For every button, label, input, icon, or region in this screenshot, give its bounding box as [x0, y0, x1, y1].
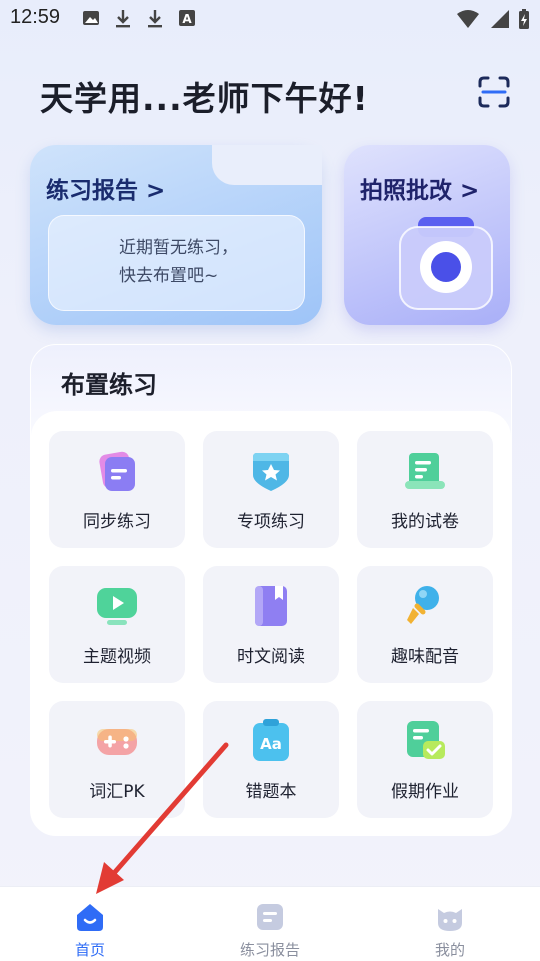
download-icon: [116, 10, 130, 28]
report-empty-box: 近期暂无练习， 快去布置吧~: [48, 215, 305, 311]
my-papers-icon: [405, 453, 445, 489]
profile-icon: [438, 909, 462, 931]
tile-label: 同步练习: [83, 512, 151, 532]
assign-grid: 同步练习 专项练习 我的试卷 主题视频 时文阅读 趣味配音 词汇PK Aa 错题…: [31, 411, 511, 835]
tile-label: 我的试卷: [391, 512, 459, 532]
tile-label: 趣味配音: [391, 647, 459, 667]
tile-mistake-book[interactable]: Aa 错题本: [203, 701, 339, 818]
nav-profile[interactable]: 我的: [360, 887, 540, 961]
nav-label: 练习报告: [239, 941, 300, 959]
tile-theme-video[interactable]: 主题视频: [49, 566, 185, 683]
photo-grading-card[interactable]: 拍照批改 >: [344, 145, 510, 325]
sync-practice-icon: [99, 451, 135, 491]
mistake-book-icon: Aa: [253, 719, 289, 761]
reading-icon: [255, 586, 287, 626]
nav-label: 我的: [434, 941, 465, 959]
practice-report-card[interactable]: 练习报告 > 近期暂无练习， 快去布置吧~: [30, 145, 322, 325]
tile-label: 错题本: [245, 782, 297, 802]
card-notch: [212, 145, 322, 185]
tile-label: 时文阅读: [237, 647, 305, 667]
tile-label: 假期作业: [391, 782, 459, 802]
vocab-pk-icon: [97, 729, 137, 755]
signal-icon: [491, 10, 509, 28]
download-icon: [148, 10, 162, 28]
image-icon: [83, 11, 99, 25]
status-time: 12:59: [10, 6, 61, 28]
battery-charging-icon: [519, 9, 529, 29]
report-empty-text: 近期暂无练习， 快去布置吧~: [119, 238, 238, 286]
tile-reading[interactable]: 时文阅读: [203, 566, 339, 683]
nav-report[interactable]: 练习报告: [180, 887, 360, 961]
report-card-title: 练习报告 >: [46, 178, 166, 204]
svg-text:A: A: [182, 12, 192, 26]
camera-icon: [399, 217, 493, 310]
dubbing-icon: [407, 586, 439, 624]
wifi-icon: [457, 10, 479, 28]
tile-dubbing[interactable]: 趣味配音: [357, 566, 493, 683]
greeting-title: 天学用...老师下午好!: [40, 79, 369, 118]
report-icon: [257, 904, 283, 930]
tile-my-papers[interactable]: 我的试卷: [357, 431, 493, 548]
assign-practice-panel: 布置练习 同步练习 专项练习 我的试卷 主题视频 时文阅读 趣味配音 词汇PK …: [30, 344, 512, 836]
system-icons: [456, 8, 530, 30]
bottom-nav: 首页 练习报告 我的: [0, 886, 540, 961]
status-bar: 12:59 A: [0, 0, 540, 38]
notification-icons: A: [82, 9, 196, 29]
holiday-homework-icon: [407, 721, 445, 759]
special-practice-icon: [253, 453, 289, 491]
nav-home[interactable]: 首页: [0, 887, 180, 961]
tile-label: 专项练习: [237, 512, 305, 532]
tile-vocab-pk[interactable]: 词汇PK: [49, 701, 185, 818]
svg-text:Aa: Aa: [260, 735, 282, 753]
text-a-icon: A: [179, 10, 195, 26]
scan-icon: [478, 76, 510, 108]
tile-label: 主题视频: [83, 647, 151, 667]
tile-label: 词汇PK: [89, 782, 145, 802]
home-icon: [77, 904, 103, 931]
theme-video-icon: [97, 588, 137, 625]
tile-holiday-homework[interactable]: 假期作业: [357, 701, 493, 818]
tile-special-practice[interactable]: 专项练习: [203, 431, 339, 548]
assign-practice-title: 布置练习: [61, 371, 157, 399]
scan-button[interactable]: [476, 74, 512, 110]
tile-sync-practice[interactable]: 同步练习: [49, 431, 185, 548]
nav-label: 首页: [74, 941, 105, 959]
photo-card-title: 拍照批改 >: [360, 178, 480, 204]
